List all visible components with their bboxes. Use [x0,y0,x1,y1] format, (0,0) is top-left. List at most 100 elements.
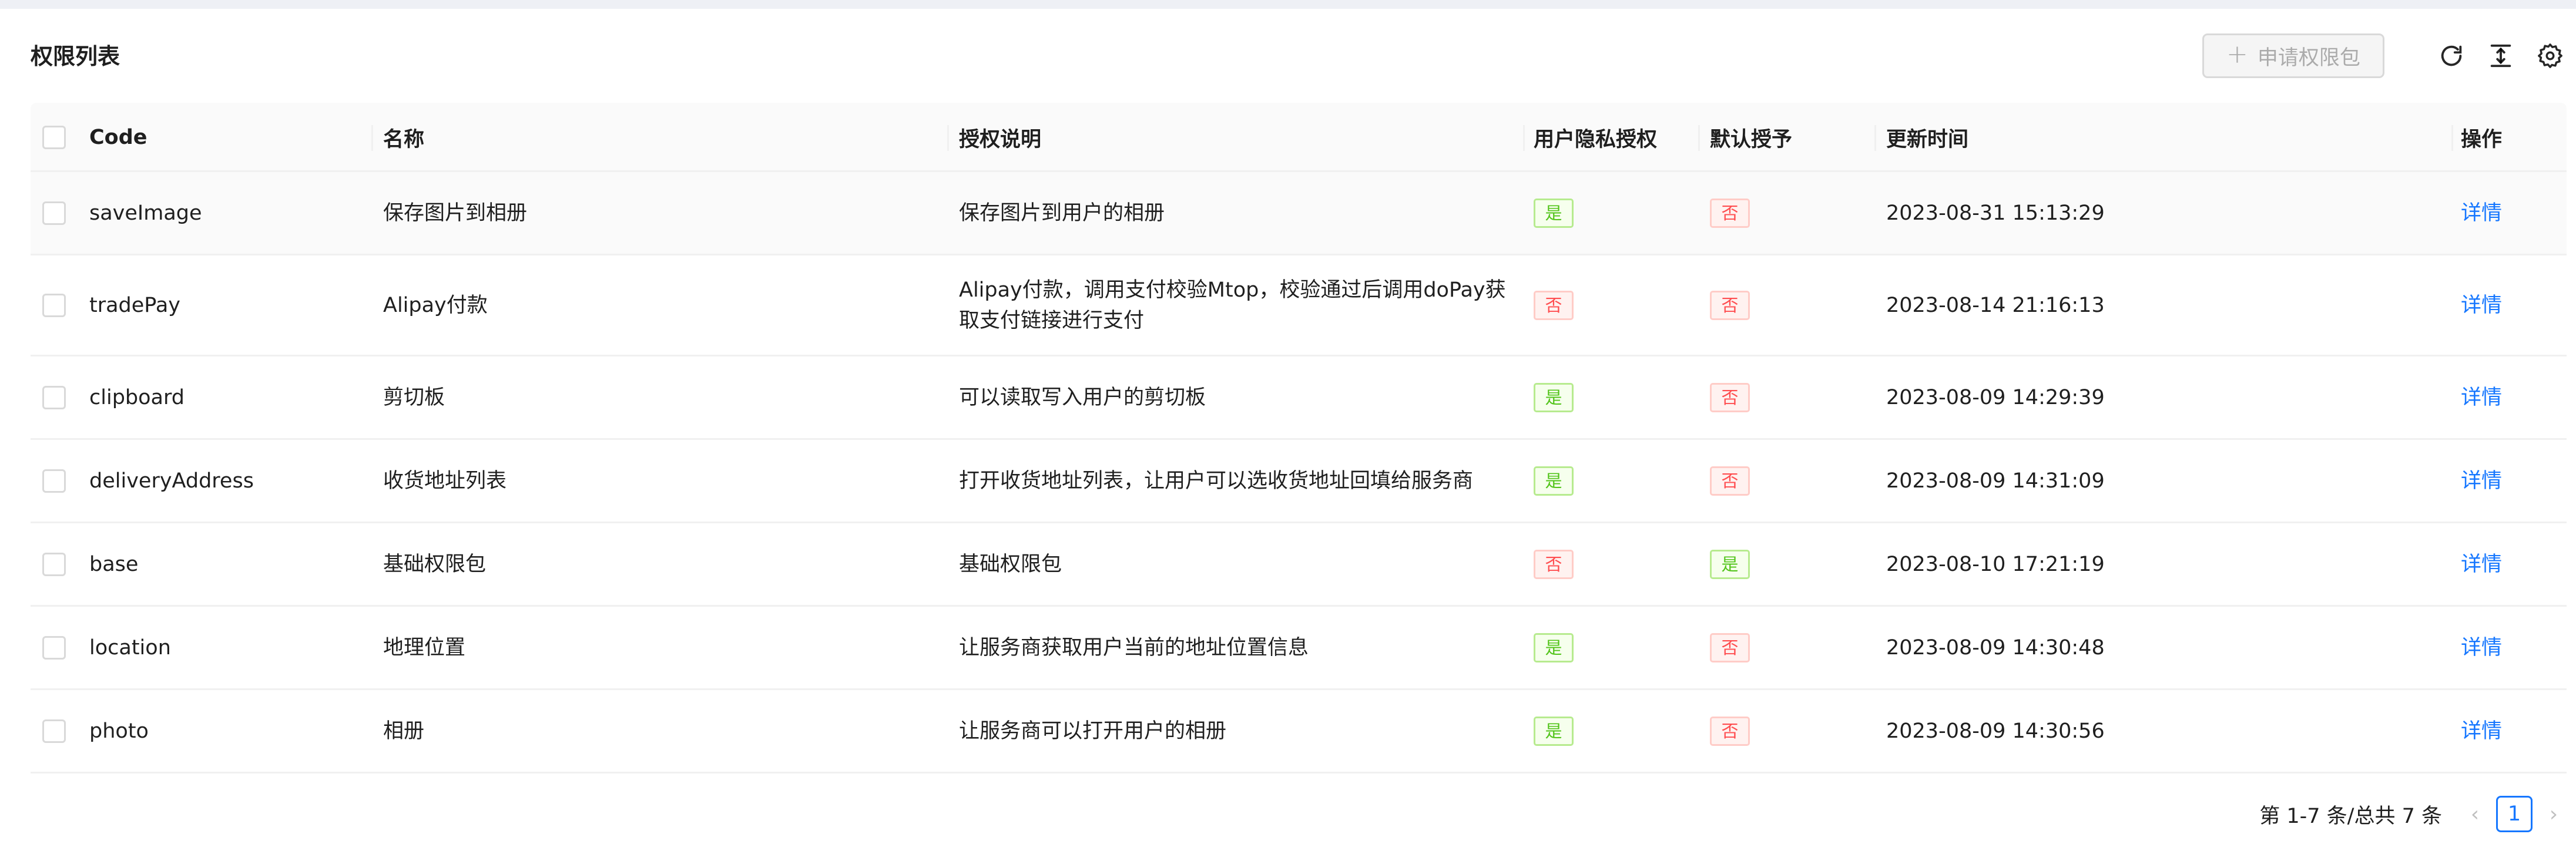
header-divider [1874,125,1876,151]
pagination: 第 1-7 条/总共 7 条 ‹ 1 › [2259,795,2565,833]
cell-code: deliveryAddress [89,469,254,493]
cell-privacy: 是 [1534,690,1574,772]
table-row: base 基础权限包 基础权限包 否 是 2023-08-10 17:21:19… [31,523,2567,607]
header-code: Code [89,126,147,149]
cell-default: 否 [1710,690,1750,772]
privacy-tag: 否 [1534,549,1574,579]
cell-updated: 2023-08-31 15:13:29 [1886,201,2105,225]
page-item-1[interactable]: 1 [2496,796,2533,832]
permission-table: Code 名称 授权说明 用户隐私授权 默认授予 更新时间 操作 saveIma… [31,103,2567,773]
row-select[interactable] [42,690,66,772]
table-row: tradePay Alipay付款 Alipay付款，调用支付校验Mtop，校验… [31,255,2567,356]
cell-default: 否 [1710,440,1750,522]
detail-link[interactable]: 详情 [2461,690,2502,772]
cell-name: 基础权限包 [383,552,487,576]
row-checkbox[interactable] [42,385,66,409]
header-name: 名称 [383,127,425,152]
row-checkbox[interactable] [42,201,66,225]
row-select[interactable] [42,356,66,438]
cell-default: 是 [1710,523,1750,605]
table-row: saveImage 保存图片到相册 保存图片到用户的相册 是 否 2023-08… [31,172,2567,255]
description-line: 取支付链接进行支付 [959,308,1145,332]
table-row: photo 相册 让服务商可以打开用户的相册 是 否 2023-08-09 14… [31,690,2567,773]
default-tag: 否 [1710,198,1750,228]
description-line: 基础权限包 [959,552,1062,576]
header-select-all[interactable] [42,103,66,172]
privacy-tag: 是 [1534,466,1574,496]
privacy-tag: 否 [1534,290,1574,320]
density-icon[interactable] [2486,41,2516,71]
pagination-total: 第 1-7 条/总共 7 条 [2259,804,2442,828]
cell-description: 打开收货地址列表，让用户可以选收货地址回填给服务商 [959,440,1473,522]
cell-description: 保存图片到用户的相册 [959,172,1165,254]
row-checkbox[interactable] [42,719,66,743]
row-checkbox[interactable] [42,293,66,317]
cell-default: 否 [1710,255,1750,355]
settings-icon[interactable] [2535,41,2565,71]
cell-default: 否 [1710,356,1750,438]
header-updated: 更新时间 [1886,127,1969,152]
table-toolbar: + 申请权限包 [2202,33,2565,79]
cell-updated: 2023-08-14 21:16:13 [1886,293,2105,317]
cell-default: 否 [1710,172,1750,254]
cell-updated: 2023-08-09 14:30:56 [1886,719,2105,743]
cell-default: 否 [1710,607,1750,688]
description-line: 让服务商可以打开用户的相册 [959,719,1227,743]
cell-description: Alipay付款，调用支付校验Mtop，校验通过后调用doPay获 取支付链接进… [959,255,1506,355]
row-select[interactable] [42,523,66,605]
header-action: 操作 [2461,127,2503,152]
reload-icon[interactable] [2436,41,2467,71]
cell-privacy: 是 [1534,607,1574,688]
description-line: 打开收货地址列表，让用户可以选收货地址回填给服务商 [959,469,1474,493]
header-divider [1523,125,1525,151]
cell-description: 让服务商可以打开用户的相册 [959,690,1226,772]
cell-code: saveImage [89,201,202,225]
cell-name: Alipay付款 [383,293,488,317]
detail-link[interactable]: 详情 [2461,440,2502,522]
row-checkbox[interactable] [42,469,66,493]
privacy-tag: 是 [1534,198,1574,228]
header-divider [2451,125,2453,151]
description-line: 保存图片到用户的相册 [959,201,1165,225]
card-title: 权限列表 [31,43,120,69]
top-strip [0,0,2576,9]
cell-privacy: 是 [1534,172,1574,254]
apply-permission-label: 申请权限包 [2257,46,2360,70]
privacy-tag: 是 [1534,382,1574,412]
header-divider [371,125,373,151]
header-divider [1698,125,1700,151]
next-page-icon[interactable]: › [2542,795,2565,833]
prev-page-icon[interactable]: ‹ [2463,795,2487,833]
row-select[interactable] [42,255,66,355]
cell-code: base [89,552,139,576]
cell-privacy: 是 [1534,440,1574,522]
cell-updated: 2023-08-09 14:29:39 [1886,385,2105,409]
detail-link[interactable]: 详情 [2461,172,2502,254]
detail-link[interactable]: 详情 [2461,523,2502,605]
default-tag: 否 [1710,382,1750,412]
description-line: 可以读取写入用户的剪切板 [959,385,1206,409]
default-tag: 否 [1710,466,1750,496]
apply-permission-button[interactable]: + 申请权限包 [2202,33,2384,78]
cell-code: tradePay [89,293,181,317]
row-select[interactable] [42,607,66,688]
detail-link[interactable]: 详情 [2461,255,2502,355]
cell-name: 剪切板 [383,385,445,409]
cell-name: 相册 [383,719,425,743]
cell-name: 收货地址列表 [383,469,507,493]
cell-code: photo [89,719,149,743]
row-checkbox[interactable] [42,552,66,576]
detail-link[interactable]: 详情 [2461,356,2502,438]
detail-link[interactable]: 详情 [2461,607,2502,688]
cell-name: 保存图片到相册 [383,201,528,225]
cell-privacy: 是 [1534,356,1574,438]
plus-icon: + [2226,39,2248,69]
row-select[interactable] [42,172,66,254]
row-checkbox[interactable] [42,635,66,660]
default-tag: 否 [1710,716,1750,746]
select-all-checkbox[interactable] [42,126,66,149]
cell-updated: 2023-08-09 14:31:09 [1886,469,2105,493]
row-select[interactable] [42,440,66,522]
cell-updated: 2023-08-09 14:30:48 [1886,635,2105,660]
header-description: 授权说明 [959,127,1042,152]
